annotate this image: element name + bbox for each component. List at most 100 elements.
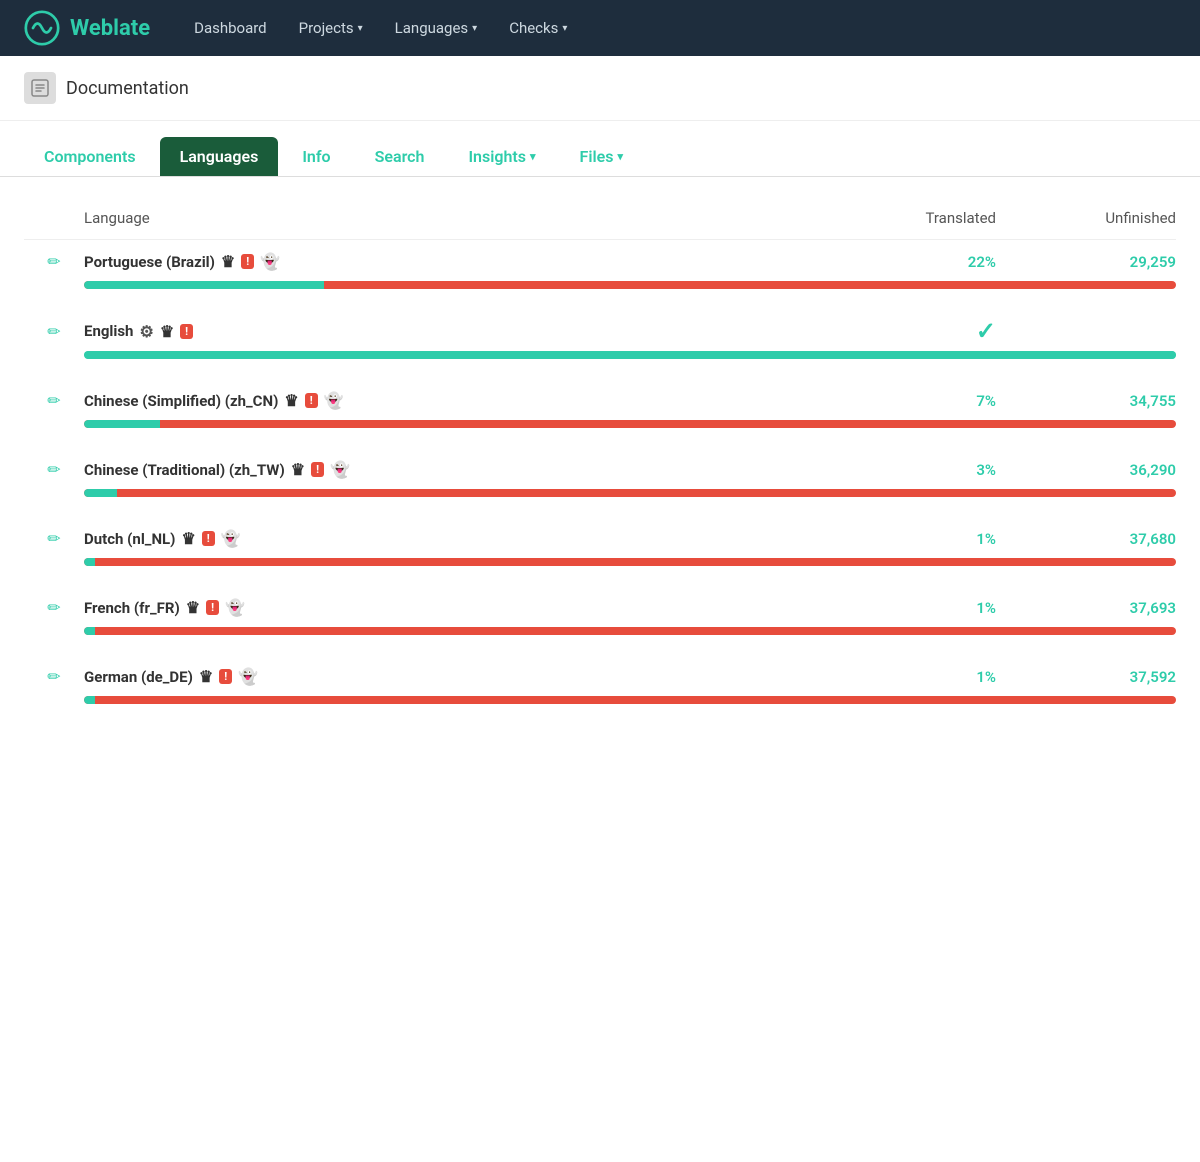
navbar: Weblate Dashboard Projects ▾ Languages ▾… — [0, 0, 1200, 56]
progress-bar — [84, 489, 1176, 497]
main-content: Language Translated Unfinished ✏ Portugu… — [0, 177, 1200, 748]
translated-check: ✓ — [856, 317, 1016, 345]
breadcrumb-text: Documentation — [66, 78, 189, 99]
edit-button[interactable]: ✏ — [24, 663, 84, 690]
language-row: ✏ Chinese (Simplified) (zh_CN) ♛!👻 7% 34… — [24, 379, 1176, 428]
lang-name-text: Chinese (Traditional) (zh_TW) — [84, 461, 285, 479]
translated-value: 22% — [856, 253, 1016, 271]
pencil-icon: ✏ — [43, 248, 64, 275]
alert-badge: ! — [311, 462, 324, 477]
translated-value: 3% — [856, 461, 1016, 479]
unfinished-value: 37,693 — [1016, 599, 1176, 617]
progress-bar-fill — [84, 351, 1176, 359]
ghost-icon: 👻 — [225, 598, 245, 617]
crown-icon: ♛ — [291, 460, 305, 479]
crown-icon: ♛ — [284, 391, 298, 410]
crown-icon: ♛ — [160, 322, 174, 341]
documentation-icon — [29, 77, 51, 99]
alert-badge: ! — [206, 600, 219, 615]
breadcrumb: Documentation — [0, 56, 1200, 121]
alert-badge: ! — [241, 254, 254, 269]
language-row: ✏ German (de_DE) ♛! 👻 1% 37,592 — [24, 655, 1176, 704]
pencil-icon: ✏ — [43, 594, 64, 621]
tabs-bar: Components Languages Info Search Insight… — [0, 121, 1200, 177]
language-row: ✏ Portuguese (Brazil) ♛! 👻 22% 29,259 — [24, 240, 1176, 289]
language-row: ✏ English ⚙♛! ✓ — [24, 309, 1176, 359]
lang-name: French (fr_FR) ♛! 👻 — [84, 598, 856, 617]
col-translated-header: Translated — [856, 209, 1016, 227]
translated-value: 1% — [856, 668, 1016, 686]
ghost-icon: 👻 — [238, 667, 258, 686]
lang-row-top: ✏ Chinese (Simplified) (zh_CN) ♛!👻 7% 34… — [24, 379, 1176, 420]
edit-button[interactable]: ✏ — [24, 594, 84, 621]
tab-search[interactable]: Search — [355, 137, 445, 176]
languages-chevron-icon: ▾ — [472, 23, 477, 34]
unfinished-value: 37,592 — [1016, 668, 1176, 686]
alert-badge: ! — [202, 531, 215, 546]
nav-projects[interactable]: Projects ▾ — [287, 11, 375, 45]
progress-bar — [84, 281, 1176, 289]
lang-row-top: ✏ Portuguese (Brazil) ♛! 👻 22% 29,259 — [24, 240, 1176, 281]
lang-name: Chinese (Traditional) (zh_TW) ♛! 👻 — [84, 460, 856, 479]
lang-row-top: ✏ English ⚙♛! ✓ — [24, 309, 1176, 351]
alert-badge: ! — [305, 393, 318, 408]
crown-icon: ♛ — [221, 252, 235, 271]
tab-insights[interactable]: Insights ▾ — [448, 137, 555, 176]
lang-name-text: Portuguese (Brazil) — [84, 253, 215, 271]
progress-bar — [84, 420, 1176, 428]
unfinished-value: 36,290 — [1016, 461, 1176, 479]
insights-chevron-icon: ▾ — [530, 150, 536, 163]
translated-value: 1% — [856, 599, 1016, 617]
ghost-icon: 👻 — [324, 391, 344, 410]
edit-button[interactable]: ✏ — [24, 387, 84, 414]
tab-info[interactable]: Info — [282, 137, 350, 176]
crown-icon: ♛ — [181, 529, 195, 548]
nav-checks[interactable]: Checks ▾ — [497, 11, 579, 45]
table-header: Language Translated Unfinished — [24, 201, 1176, 240]
nav-languages[interactable]: Languages ▾ — [383, 11, 490, 45]
crown-icon: ♛ — [186, 598, 200, 617]
files-chevron-icon: ▾ — [618, 150, 624, 163]
tab-languages[interactable]: Languages — [160, 137, 279, 176]
pencil-icon: ✏ — [43, 663, 64, 690]
edit-button[interactable]: ✏ — [24, 456, 84, 483]
alert-badge: ! — [219, 669, 232, 684]
pencil-icon: ✏ — [43, 387, 64, 414]
progress-bar — [84, 558, 1176, 566]
alert-badge: ! — [180, 324, 193, 339]
lang-name-text: French (fr_FR) — [84, 599, 180, 617]
ghost-icon: 👻 — [221, 529, 241, 548]
pencil-icon: ✏ — [43, 525, 64, 552]
nav-links: Dashboard Projects ▾ Languages ▾ Checks … — [182, 11, 1176, 45]
brand-name: Weblate — [70, 16, 150, 41]
tab-files[interactable]: Files ▾ — [560, 137, 643, 176]
breadcrumb-icon — [24, 72, 56, 104]
lang-row-top: ✏ Dutch (nl_NL) ♛!👻 1% 37,680 — [24, 517, 1176, 558]
lang-row-top: ✏ French (fr_FR) ♛! 👻 1% 37,693 — [24, 586, 1176, 627]
lang-name: Dutch (nl_NL) ♛!👻 — [84, 529, 856, 548]
pencil-icon: ✏ — [43, 456, 64, 483]
nav-dashboard[interactable]: Dashboard — [182, 11, 279, 45]
lang-row-top: ✏ German (de_DE) ♛! 👻 1% 37,592 — [24, 655, 1176, 696]
language-row: ✏ Dutch (nl_NL) ♛!👻 1% 37,680 — [24, 517, 1176, 566]
language-row: ✏ French (fr_FR) ♛! 👻 1% 37,693 — [24, 586, 1176, 635]
languages-list: ✏ Portuguese (Brazil) ♛!👻 22% 29,259 ✏ E… — [24, 240, 1176, 704]
source-icon: ⚙ — [139, 322, 153, 341]
brand-logo[interactable]: Weblate — [24, 10, 150, 46]
translated-value: 7% — [856, 392, 1016, 410]
ghost-icon: 👻 — [330, 460, 350, 479]
projects-chevron-icon: ▾ — [358, 23, 363, 34]
checks-chevron-icon: ▾ — [562, 23, 567, 34]
edit-button[interactable]: ✏ — [24, 525, 84, 552]
unfinished-value: 29,259 — [1016, 253, 1176, 271]
progress-bar-fill — [84, 420, 160, 428]
ghost-icon: 👻 — [260, 252, 280, 271]
tab-components[interactable]: Components — [24, 137, 156, 176]
edit-button[interactable]: ✏ — [24, 318, 84, 345]
lang-name-text: German (de_DE) — [84, 668, 193, 686]
lang-name: English ⚙♛! — [84, 322, 856, 341]
crown-icon: ♛ — [199, 667, 213, 686]
progress-bar-fill — [84, 489, 117, 497]
progress-bar — [84, 627, 1176, 635]
edit-button[interactable]: ✏ — [24, 248, 84, 275]
